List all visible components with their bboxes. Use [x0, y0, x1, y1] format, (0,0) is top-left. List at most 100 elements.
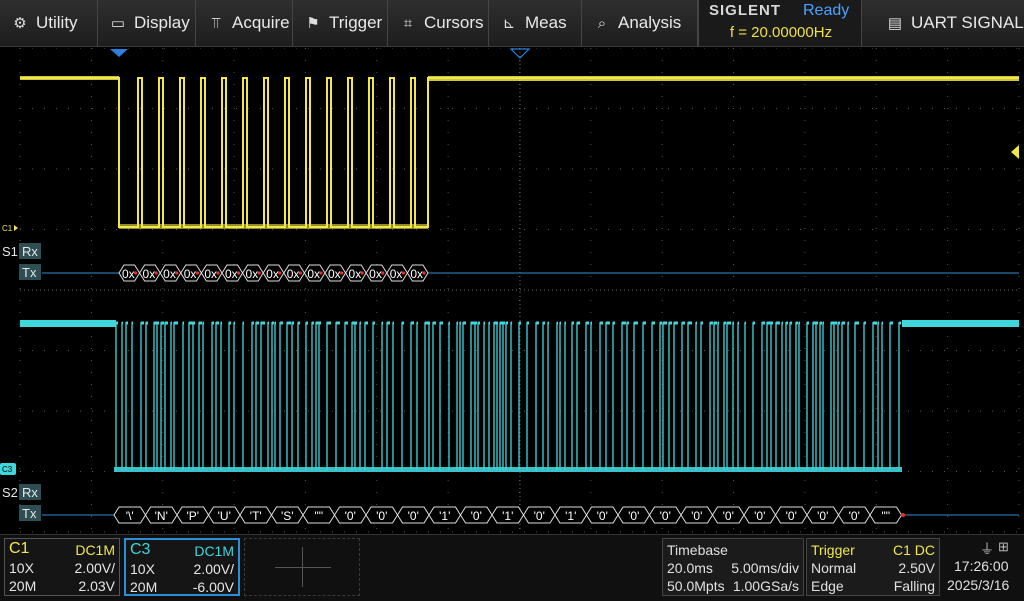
cursors-icon: ⌗: [403, 14, 413, 32]
s2-tx-label: Tx: [22, 506, 37, 521]
s2-decode-packet: '0': [837, 506, 871, 524]
s2-decode-packet: '0': [648, 506, 682, 524]
s2-decode-text: 'S': [281, 509, 294, 523]
s2-decode-text: '0': [691, 509, 702, 523]
s2-decode-packet: 'P': [176, 506, 210, 524]
c3-channel-box[interactable]: C3 DC1M 10X 2.00V/ 20M -6.00V: [124, 538, 240, 596]
s2-decode-text: 'P': [186, 509, 199, 523]
s1-error-dot: [257, 271, 261, 275]
s2-decode-text: '\': [126, 509, 134, 523]
s1-error-dot: [216, 271, 220, 275]
flag-icon: ⚑: [306, 15, 320, 32]
s1-decode-text: 0x: [204, 267, 217, 281]
menu-trigger[interactable]: ⚑ Trigger: [293, 0, 388, 46]
s1-error-dot: [401, 271, 405, 275]
ch1-high-band: [428, 76, 1019, 81]
ch3-low-band: [114, 467, 902, 472]
s2-decode-text: 'T': [250, 509, 262, 523]
s1-error-dot: [340, 271, 344, 275]
s2-decode-packet: '0': [774, 506, 808, 524]
s1-decode-packet: 0x: [118, 264, 141, 282]
menu-cursors[interactable]: ⌗ Cursors: [388, 0, 489, 46]
frequency-counter: f = 20.00000Hz: [729, 24, 833, 41]
waveform-display[interactable]: C1 C3 S1 Rx Tx 0x 0x 0x 0x 0x 0x 0x 0x 0x 0x 0x 0x 0…: [0, 48, 1024, 534]
status-bar: C1 DC1M 10X 2.00V/ 20M 2.03V C3 DC1M 10X 2.…: [0, 534, 1024, 601]
s2-decode-text: '1': [439, 509, 450, 523]
menu-uart-signal[interactable]: ▤ UART SIGNAL: [875, 0, 1024, 46]
c1-offset: 2.03V: [78, 578, 115, 594]
menu-utility[interactable]: ⚙ Utility: [0, 0, 98, 46]
menu-meas[interactable]: ⊾ Meas: [489, 0, 582, 46]
c1-probe: 10X: [9, 560, 34, 576]
s2-decode-packet: '"': [869, 506, 903, 524]
s1-decode-text: 0x: [184, 267, 197, 281]
menu-utility-label: Utility: [36, 13, 78, 32]
s2-decode-text: '0': [817, 509, 828, 523]
s2-decode-packet: '1': [554, 506, 588, 524]
s2-decode-text: '0': [849, 509, 860, 523]
ch3-waveform: [20, 320, 1019, 472]
s1-decode-packet: 0x: [365, 264, 388, 282]
menu-meas-label: Meas: [525, 13, 567, 32]
menu-analysis-label: Analysis: [618, 13, 682, 32]
network-icon: ⊞: [998, 539, 1009, 554]
s2-decode-text: '1': [565, 509, 576, 523]
menu-cursors-label: Cursors: [424, 13, 484, 32]
c1-scale: 2.00V/: [74, 560, 115, 576]
acquire-icon: ⫪: [211, 14, 221, 32]
analysis-icon: ⌕: [597, 14, 607, 32]
c3-scale: 2.00V/: [193, 561, 234, 577]
c3-ground-marker[interactable]: C3: [0, 463, 16, 475]
monitor-icon: ▭: [110, 15, 126, 32]
s2-decode-text: '0': [408, 509, 419, 523]
trigger-title: Trigger: [811, 542, 855, 558]
s2-decode-text: '"': [314, 509, 323, 523]
timebase-panel[interactable]: Timebase 20.0ms 5.00ms/div 50.0Mpts 1.00GS…: [662, 538, 804, 596]
menu-acquire[interactable]: ⫪ Acquire: [196, 0, 293, 46]
s2-rx-label: Rx: [22, 485, 38, 500]
s1-decode-packet: 0x: [139, 264, 161, 282]
s2-decode-packet: '\': [113, 506, 147, 524]
s1-error-dot: [134, 271, 138, 275]
plus-icon: [275, 567, 331, 568]
s2-decode-packet: 'T': [239, 506, 273, 524]
s2-decode-text: '1': [502, 509, 513, 523]
s1-decode-text: 0x: [390, 267, 403, 281]
s2-decode-packet: '0': [806, 506, 840, 524]
timebase-rate: 1.00GSa/s: [732, 578, 799, 594]
s1-decode-packet: 0x: [242, 264, 264, 282]
s1-tx-label: Tx: [22, 265, 37, 280]
trigger-level-marker[interactable]: [1011, 145, 1019, 159]
gear-icon: ⚙: [13, 15, 27, 32]
trigger-panel[interactable]: Trigger C1 DC Normal 2.50V Edge Falling: [806, 538, 940, 596]
s1-decode-packet: 0x: [262, 264, 285, 282]
c1-channel-box[interactable]: C1 DC1M 10X 2.00V/ 20M 2.03V: [4, 538, 120, 596]
ch3-high-band-left: [20, 320, 116, 327]
s2-decode-text: '0': [471, 509, 482, 523]
s1-decode-text: 0x: [122, 267, 135, 281]
menu-display[interactable]: ▭ Display: [98, 0, 196, 46]
c3-marker-label: C3: [2, 465, 13, 474]
s1-decode-packet: 0x: [386, 264, 408, 282]
measure-icon: ⊾: [502, 15, 516, 32]
add-channel-slot[interactable]: [244, 538, 360, 596]
trigger-position-marker[interactable]: [110, 49, 128, 57]
menu-uart-label: UART SIGNAL: [911, 13, 1024, 32]
c1-marker-label: C1: [2, 224, 13, 233]
clock-panel: ⏚ ⊞ 17:26:00 2025/3/16: [944, 538, 1022, 596]
s2-decode-text: '0': [723, 509, 734, 523]
menu-analysis[interactable]: ⌕ Analysis: [582, 0, 698, 46]
s1-decode-packet: 0x: [221, 264, 244, 282]
s1-decode-packet: 0x: [180, 264, 202, 282]
s1-error-dot: [360, 271, 364, 275]
menu-acquire-label: Acquire: [232, 13, 290, 32]
s2-decode-text: '0': [376, 509, 387, 523]
s2-decode-text: '0': [597, 509, 608, 523]
s1-decode-text: 0x: [307, 267, 320, 281]
s2-decode-text: '0': [628, 509, 639, 523]
c3-name: C3: [130, 541, 151, 558]
document-icon: ▤: [887, 15, 903, 32]
c1-ground-marker[interactable]: C1: [2, 224, 18, 233]
s1-error-dot: [422, 271, 426, 275]
c1-coupling: DC1M: [75, 542, 115, 558]
